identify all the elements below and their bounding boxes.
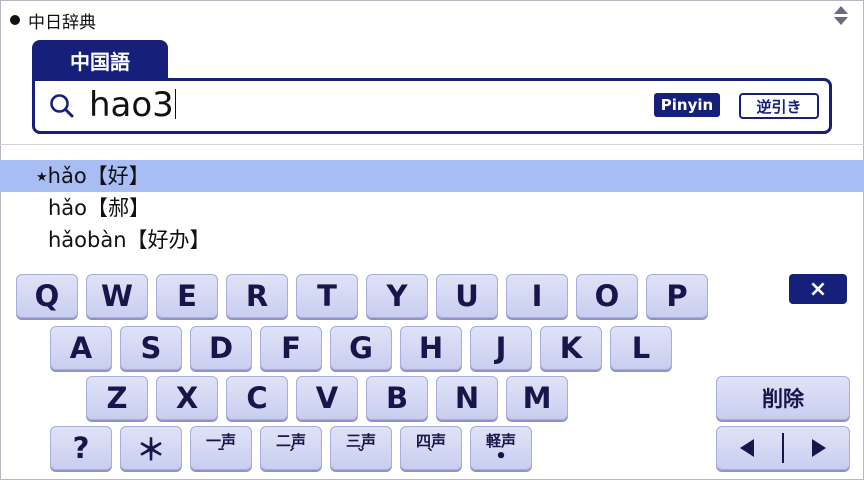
key-d[interactable]: D — [190, 326, 252, 370]
scroll-down-icon[interactable] — [834, 17, 848, 25]
tab-chinese[interactable]: 中国語 — [32, 40, 168, 80]
key-t[interactable]: T — [296, 274, 358, 318]
tone-3-icon: ˇ — [356, 445, 366, 467]
key-tone-3[interactable]: 三声 ˇ — [330, 426, 392, 470]
clear-button[interactable]: × — [789, 274, 847, 304]
key-o[interactable]: O — [576, 274, 638, 318]
search-input[interactable]: hao3 — [89, 85, 629, 125]
app-title: 中日辞典 — [10, 9, 96, 33]
result-item[interactable]: ★hǎo【好】 — [0, 160, 864, 192]
result-item[interactable]: hǎobàn【好办】 — [0, 224, 864, 256]
search-icon — [49, 93, 75, 123]
key-a[interactable]: A — [50, 326, 112, 370]
divider — [0, 144, 864, 145]
key-u[interactable]: U — [436, 274, 498, 318]
tone-4-icon: ˋ — [426, 445, 436, 467]
cursor-arrows[interactable] — [716, 426, 850, 470]
tone-neutral-icon: • — [495, 445, 507, 467]
scroll-arrows[interactable] — [834, 6, 848, 26]
arrow-left-icon[interactable] — [740, 439, 754, 457]
bullet-icon — [10, 15, 20, 25]
key-v[interactable]: V — [296, 376, 358, 420]
key-c[interactable]: C — [226, 376, 288, 420]
key-f[interactable]: F — [260, 326, 322, 370]
key-x[interactable]: X — [156, 376, 218, 420]
key-tone-2[interactable]: 二声 ˊ — [260, 426, 322, 470]
key-q[interactable]: Q — [16, 274, 78, 318]
key-p[interactable]: P — [646, 274, 708, 318]
key-g[interactable]: G — [330, 326, 392, 370]
star-icon: ★ — [36, 170, 48, 185]
key-n[interactable]: N — [436, 376, 498, 420]
key-i[interactable]: I — [506, 274, 568, 318]
key-e[interactable]: E — [156, 274, 218, 318]
key-question[interactable]: ? — [50, 426, 112, 470]
key-tone-neutral[interactable]: 軽声 • — [470, 426, 532, 470]
result-item[interactable]: hǎo【郝】 — [0, 192, 864, 224]
arrow-separator — [782, 433, 784, 463]
key-j[interactable]: J — [470, 326, 532, 370]
results-list: ★hǎo【好】 hǎo【郝】 hǎobàn【好办】 — [0, 160, 864, 256]
key-tone-1[interactable]: 一声 ˉ — [190, 426, 252, 470]
key-asterisk[interactable]: ＊ — [120, 426, 182, 470]
key-k[interactable]: K — [540, 326, 602, 370]
key-w[interactable]: W — [86, 274, 148, 318]
tone-2-icon: ˊ — [286, 445, 296, 467]
reverse-lookup-button[interactable]: 逆引き — [739, 93, 819, 119]
text-caret — [174, 89, 176, 119]
app-title-text: 中日辞典 — [28, 12, 96, 33]
key-h[interactable]: H — [400, 326, 462, 370]
delete-button[interactable]: 削除 — [716, 376, 850, 420]
pinyin-button[interactable]: Pinyin — [654, 93, 720, 117]
arrow-right-icon[interactable] — [812, 439, 826, 457]
key-tone-4[interactable]: 四声 ˋ — [400, 426, 462, 470]
key-m[interactable]: M — [506, 376, 568, 420]
key-z[interactable]: Z — [86, 376, 148, 420]
search-box[interactable]: hao3 Pinyin 逆引き — [32, 78, 832, 134]
key-y[interactable]: Y — [366, 274, 428, 318]
key-b[interactable]: B — [366, 376, 428, 420]
key-r[interactable]: R — [226, 274, 288, 318]
key-s[interactable]: S — [120, 326, 182, 370]
key-l[interactable]: L — [610, 326, 672, 370]
tone-1-icon: ˉ — [216, 445, 226, 467]
scroll-up-icon[interactable] — [834, 6, 848, 14]
